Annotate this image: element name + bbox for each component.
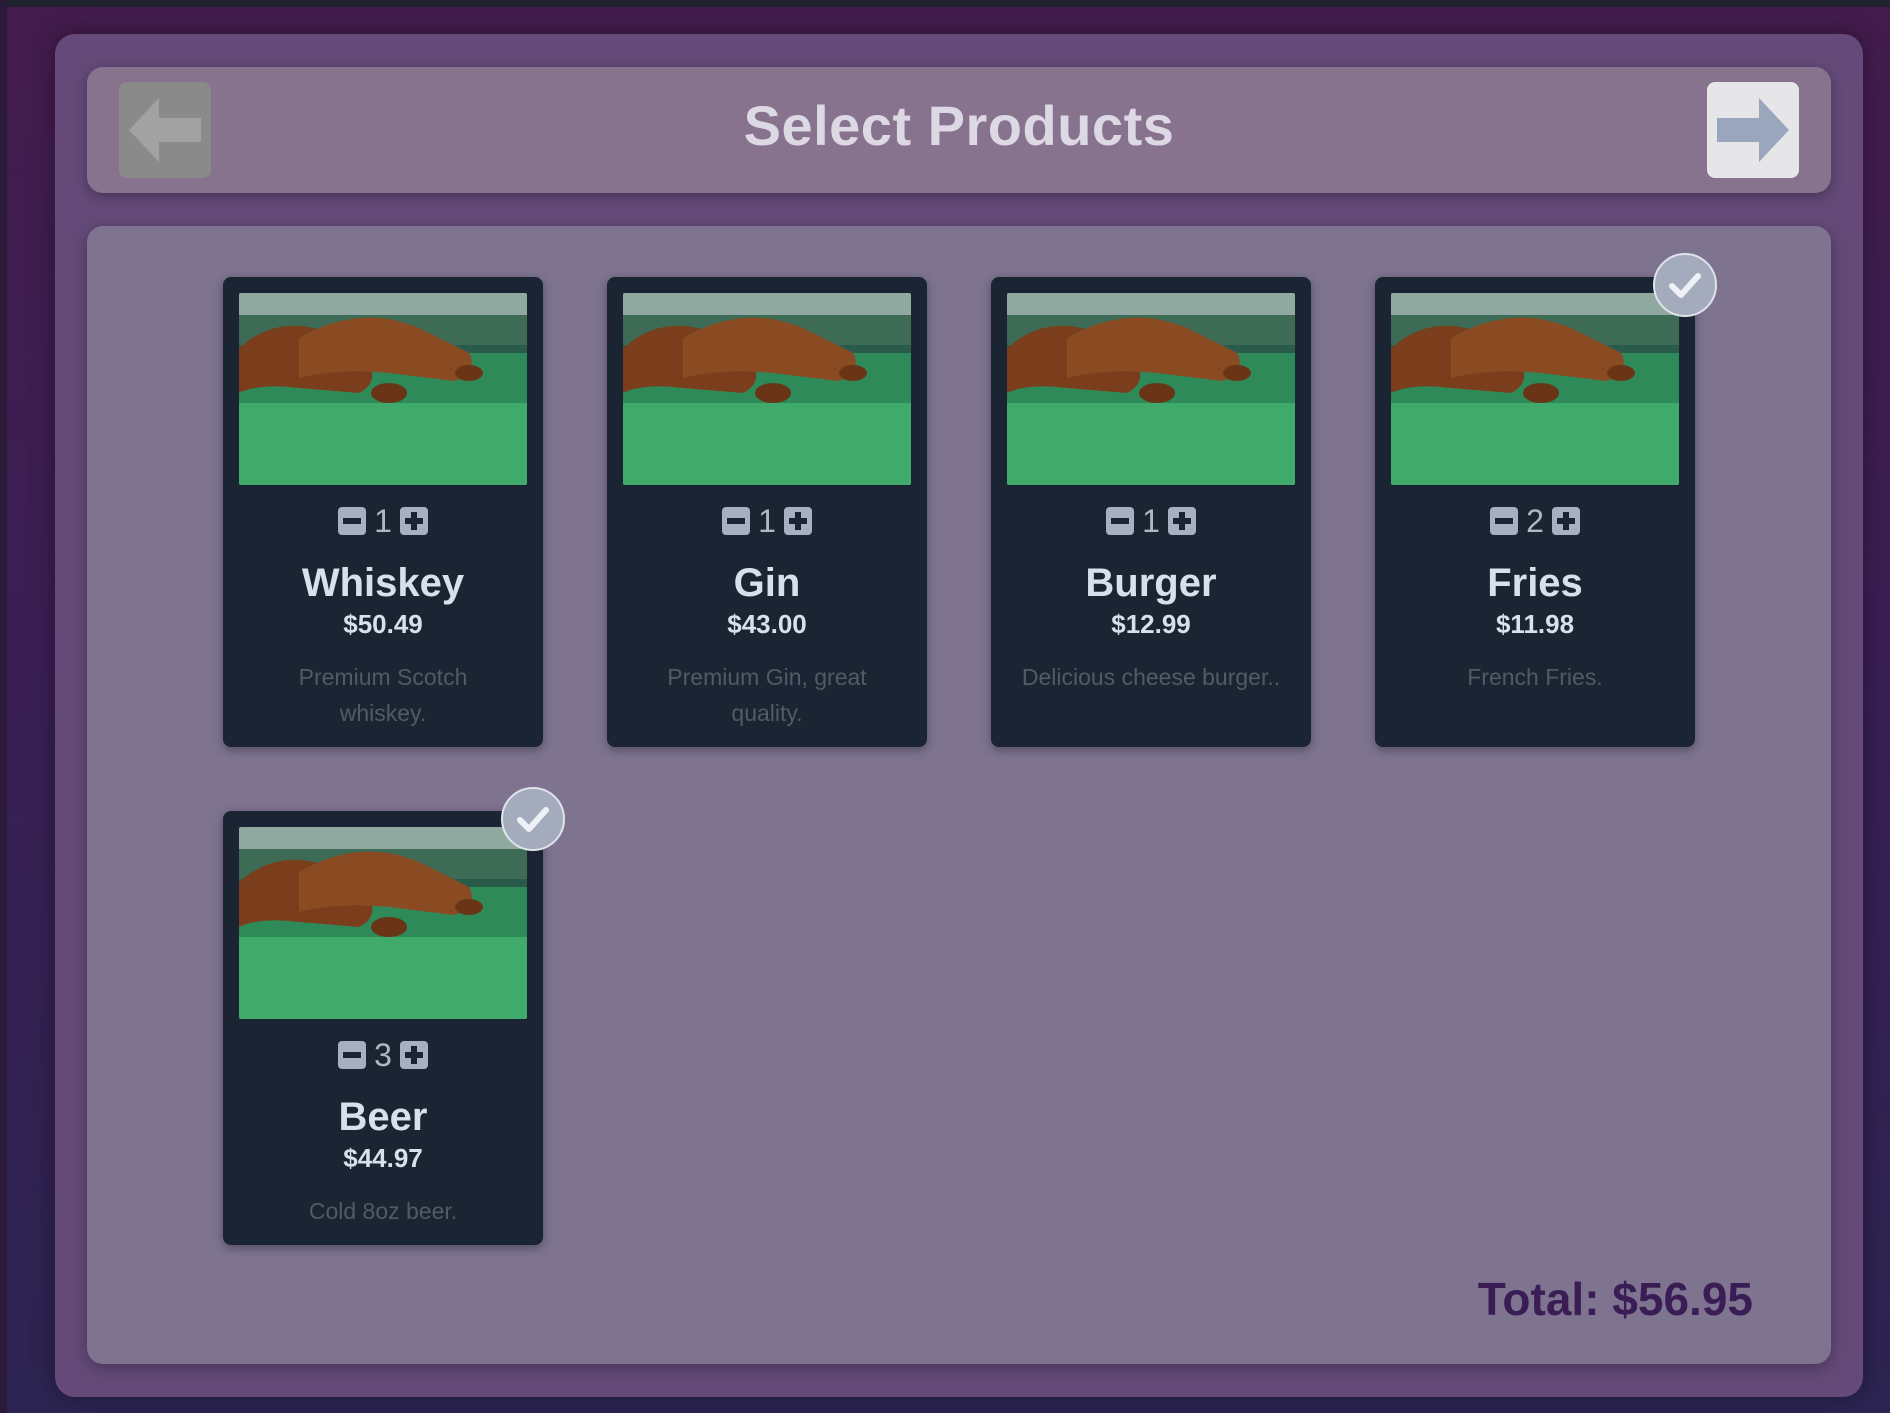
quantity-stepper: 1	[607, 503, 927, 539]
product-image	[1007, 293, 1295, 485]
product-image	[1391, 293, 1679, 485]
window-top-strip	[0, 0, 1890, 7]
product-description: French Fries.	[1467, 664, 1603, 690]
product-card-burger[interactable]: 1 Burger $12.99 Delicious cheese burger.…	[991, 277, 1311, 747]
product-name: Beer	[338, 1095, 428, 1139]
product-image	[623, 293, 911, 485]
product-price: $11.98	[1495, 609, 1575, 639]
quantity-value: 2	[1526, 503, 1544, 539]
minus-icon[interactable]	[1490, 507, 1519, 535]
quantity-stepper: 1	[991, 503, 1311, 539]
minus-icon[interactable]	[722, 507, 751, 535]
product-grid-panel: 1 Whiskey $50.49 Premium Scotch whiskey.…	[87, 226, 1831, 1364]
product-price: $12.99	[1111, 609, 1191, 639]
product-description: Delicious cheese burger..	[1021, 664, 1281, 690]
quantity-value: 1	[758, 503, 776, 539]
plus-icon[interactable]	[399, 507, 428, 535]
product-card-gin[interactable]: 1 Gin $43.00 Premium Gin, great quality.	[607, 277, 927, 747]
arrow-right-icon	[1717, 98, 1789, 162]
product-price: $43.00	[727, 609, 807, 639]
product-description: Premium Gin, great quality.	[667, 664, 867, 726]
plus-icon[interactable]	[1167, 507, 1196, 535]
minus-icon[interactable]	[1106, 507, 1135, 535]
product-description: Premium Scotch whiskey.	[298, 664, 468, 726]
quantity-value: 1	[374, 503, 392, 539]
quantity-value: 1	[1142, 503, 1160, 539]
product-card-fries[interactable]: 2 Fries $11.98 French Fries.	[1375, 253, 1717, 747]
selected-check-icon	[1653, 253, 1717, 317]
product-name: Gin	[733, 561, 801, 605]
plus-icon[interactable]	[399, 1041, 428, 1069]
product-description: Cold 8oz beer.	[308, 1198, 458, 1224]
product-name: Burger	[1085, 561, 1217, 605]
plus-icon[interactable]	[1551, 507, 1580, 535]
plus-icon[interactable]	[783, 507, 812, 535]
header-bar: Select Products	[87, 67, 1831, 193]
order-total: Total: $56.95	[1477, 1273, 1753, 1325]
product-card-beer[interactable]: 3 Beer $44.97 Cold 8oz beer.	[223, 787, 565, 1245]
product-price: $50.49	[343, 609, 423, 639]
quantity-stepper: 1	[223, 503, 543, 539]
minus-icon[interactable]	[338, 507, 367, 535]
page-title: Select Products	[743, 94, 1175, 157]
product-image	[239, 827, 527, 1019]
product-name: Whiskey	[301, 561, 465, 605]
minus-icon[interactable]	[338, 1041, 367, 1069]
window-left-strip	[0, 0, 7, 1413]
product-price: $44.97	[343, 1143, 423, 1173]
quantity-value: 3	[374, 1037, 392, 1073]
selected-check-icon	[501, 787, 565, 851]
product-card-whiskey[interactable]: 1 Whiskey $50.49 Premium Scotch whiskey.	[223, 277, 543, 747]
quantity-stepper: 2	[1375, 503, 1695, 539]
product-name: Fries	[1487, 561, 1583, 605]
product-image	[239, 293, 527, 485]
quantity-stepper: 3	[223, 1037, 543, 1073]
next-button[interactable]	[1707, 82, 1799, 178]
